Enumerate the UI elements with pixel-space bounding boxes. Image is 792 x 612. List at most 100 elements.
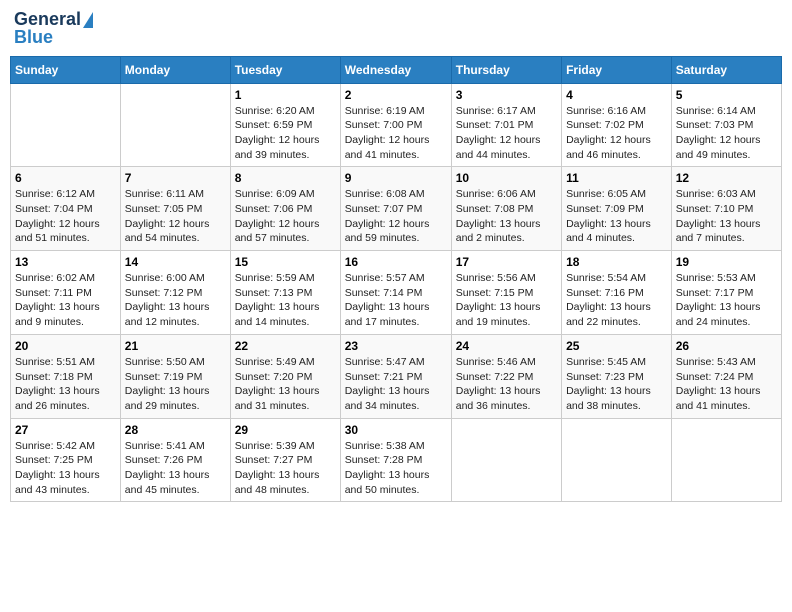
calendar-cell bbox=[120, 83, 230, 167]
day-number: 28 bbox=[125, 423, 226, 437]
calendar-week-row: 20 Sunrise: 5:51 AMSunset: 7:18 PMDayligh… bbox=[11, 334, 782, 418]
calendar-cell: 8 Sunrise: 6:09 AMSunset: 7:06 PMDaylight… bbox=[230, 167, 340, 251]
day-number: 25 bbox=[566, 339, 667, 353]
day-number: 18 bbox=[566, 255, 667, 269]
day-info: Sunrise: 6:02 AMSunset: 7:11 PMDaylight:… bbox=[15, 271, 116, 330]
day-info: Sunrise: 5:41 AMSunset: 7:26 PMDaylight:… bbox=[125, 439, 226, 498]
day-info: Sunrise: 6:08 AMSunset: 7:07 PMDaylight:… bbox=[345, 187, 447, 246]
calendar-cell: 28 Sunrise: 5:41 AMSunset: 7:26 PMDayligh… bbox=[120, 418, 230, 502]
calendar-cell: 29 Sunrise: 5:39 AMSunset: 7:27 PMDayligh… bbox=[230, 418, 340, 502]
calendar-cell: 15 Sunrise: 5:59 AMSunset: 7:13 PMDayligh… bbox=[230, 251, 340, 335]
logo: General Blue bbox=[14, 10, 93, 48]
day-number: 4 bbox=[566, 88, 667, 102]
day-number: 6 bbox=[15, 171, 116, 185]
day-info: Sunrise: 6:05 AMSunset: 7:09 PMDaylight:… bbox=[566, 187, 667, 246]
day-number: 11 bbox=[566, 171, 667, 185]
day-number: 30 bbox=[345, 423, 447, 437]
calendar-cell: 25 Sunrise: 5:45 AMSunset: 7:23 PMDayligh… bbox=[562, 334, 672, 418]
calendar-cell: 22 Sunrise: 5:49 AMSunset: 7:20 PMDayligh… bbox=[230, 334, 340, 418]
calendar-cell: 10 Sunrise: 6:06 AMSunset: 7:08 PMDayligh… bbox=[451, 167, 561, 251]
day-info: Sunrise: 5:46 AMSunset: 7:22 PMDaylight:… bbox=[456, 355, 557, 414]
calendar-cell: 30 Sunrise: 5:38 AMSunset: 7:28 PMDayligh… bbox=[340, 418, 451, 502]
calendar-cell: 19 Sunrise: 5:53 AMSunset: 7:17 PMDayligh… bbox=[671, 251, 781, 335]
header: General Blue bbox=[10, 10, 782, 48]
calendar-cell: 9Sunrise: 6:08 AMSunset: 7:07 PMDaylight… bbox=[340, 167, 451, 251]
calendar-cell: 2 Sunrise: 6:19 AMSunset: 7:00 PMDaylight… bbox=[340, 83, 451, 167]
day-info: Sunrise: 5:56 AMSunset: 7:15 PMDaylight:… bbox=[456, 271, 557, 330]
day-info: Sunrise: 6:16 AMSunset: 7:02 PMDaylight:… bbox=[566, 104, 667, 163]
day-number: 19 bbox=[676, 255, 777, 269]
calendar-cell: 23Sunrise: 5:47 AMSunset: 7:21 PMDayligh… bbox=[340, 334, 451, 418]
day-number: 16 bbox=[345, 255, 447, 269]
day-info: Sunrise: 6:14 AMSunset: 7:03 PMDaylight:… bbox=[676, 104, 777, 163]
calendar-cell bbox=[562, 418, 672, 502]
day-number: 1 bbox=[235, 88, 336, 102]
calendar-cell: 5 Sunrise: 6:14 AMSunset: 7:03 PMDaylight… bbox=[671, 83, 781, 167]
day-number: 27 bbox=[15, 423, 116, 437]
calendar-week-row: 27 Sunrise: 5:42 AMSunset: 7:25 PMDayligh… bbox=[11, 418, 782, 502]
day-number: 21 bbox=[125, 339, 226, 353]
day-number: 15 bbox=[235, 255, 336, 269]
day-info: Sunrise: 6:00 AMSunset: 7:12 PMDaylight:… bbox=[125, 271, 226, 330]
day-info: Sunrise: 6:19 AMSunset: 7:00 PMDaylight:… bbox=[345, 104, 447, 163]
day-info: Sunrise: 6:11 AMSunset: 7:05 PMDaylight:… bbox=[125, 187, 226, 246]
weekday-header: Thursday bbox=[451, 56, 561, 83]
weekday-header: Tuesday bbox=[230, 56, 340, 83]
day-info: Sunrise: 6:20 AMSunset: 6:59 PMDaylight:… bbox=[235, 104, 336, 163]
day-info: Sunrise: 5:39 AMSunset: 7:27 PMDaylight:… bbox=[235, 439, 336, 498]
calendar-cell: 1 Sunrise: 6:20 AMSunset: 6:59 PMDaylight… bbox=[230, 83, 340, 167]
day-number: 5 bbox=[676, 88, 777, 102]
calendar-cell bbox=[451, 418, 561, 502]
calendar-cell: 16 Sunrise: 5:57 AMSunset: 7:14 PMDayligh… bbox=[340, 251, 451, 335]
calendar-cell: 3 Sunrise: 6:17 AMSunset: 7:01 PMDaylight… bbox=[451, 83, 561, 167]
calendar-cell: 17 Sunrise: 5:56 AMSunset: 7:15 PMDayligh… bbox=[451, 251, 561, 335]
weekday-header: Saturday bbox=[671, 56, 781, 83]
day-number: 17 bbox=[456, 255, 557, 269]
calendar-week-row: 1 Sunrise: 6:20 AMSunset: 6:59 PMDaylight… bbox=[11, 83, 782, 167]
calendar-body: 1 Sunrise: 6:20 AMSunset: 6:59 PMDaylight… bbox=[11, 83, 782, 502]
calendar-cell: 6Sunrise: 6:12 AMSunset: 7:04 PMDaylight… bbox=[11, 167, 121, 251]
day-info: Sunrise: 5:49 AMSunset: 7:20 PMDaylight:… bbox=[235, 355, 336, 414]
day-number: 20 bbox=[15, 339, 116, 353]
calendar-week-row: 13 Sunrise: 6:02 AMSunset: 7:11 PMDayligh… bbox=[11, 251, 782, 335]
day-number: 29 bbox=[235, 423, 336, 437]
day-info: Sunrise: 6:03 AMSunset: 7:10 PMDaylight:… bbox=[676, 187, 777, 246]
day-info: Sunrise: 5:51 AMSunset: 7:18 PMDaylight:… bbox=[15, 355, 116, 414]
day-info: Sunrise: 5:53 AMSunset: 7:17 PMDaylight:… bbox=[676, 271, 777, 330]
calendar-cell: 27 Sunrise: 5:42 AMSunset: 7:25 PMDayligh… bbox=[11, 418, 121, 502]
day-number: 23 bbox=[345, 339, 447, 353]
day-info: Sunrise: 5:57 AMSunset: 7:14 PMDaylight:… bbox=[345, 271, 447, 330]
calendar-cell: 12Sunrise: 6:03 AMSunset: 7:10 PMDayligh… bbox=[671, 167, 781, 251]
day-info: Sunrise: 5:42 AMSunset: 7:25 PMDaylight:… bbox=[15, 439, 116, 498]
day-number: 26 bbox=[676, 339, 777, 353]
calendar-cell: 7 Sunrise: 6:11 AMSunset: 7:05 PMDaylight… bbox=[120, 167, 230, 251]
day-info: Sunrise: 5:54 AMSunset: 7:16 PMDaylight:… bbox=[566, 271, 667, 330]
day-number: 7 bbox=[125, 171, 226, 185]
day-info: Sunrise: 5:45 AMSunset: 7:23 PMDaylight:… bbox=[566, 355, 667, 414]
day-info: Sunrise: 6:06 AMSunset: 7:08 PMDaylight:… bbox=[456, 187, 557, 246]
day-info: Sunrise: 5:59 AMSunset: 7:13 PMDaylight:… bbox=[235, 271, 336, 330]
calendar-cell: 24 Sunrise: 5:46 AMSunset: 7:22 PMDayligh… bbox=[451, 334, 561, 418]
day-info: Sunrise: 6:09 AMSunset: 7:06 PMDaylight:… bbox=[235, 187, 336, 246]
calendar-cell bbox=[11, 83, 121, 167]
day-number: 14 bbox=[125, 255, 226, 269]
calendar-cell bbox=[671, 418, 781, 502]
day-info: Sunrise: 5:38 AMSunset: 7:28 PMDaylight:… bbox=[345, 439, 447, 498]
day-number: 10 bbox=[456, 171, 557, 185]
calendar-cell: 26Sunrise: 5:43 AMSunset: 7:24 PMDayligh… bbox=[671, 334, 781, 418]
logo-text2: Blue bbox=[14, 28, 53, 48]
day-number: 2 bbox=[345, 88, 447, 102]
day-number: 8 bbox=[235, 171, 336, 185]
day-number: 24 bbox=[456, 339, 557, 353]
day-number: 3 bbox=[456, 88, 557, 102]
day-info: Sunrise: 5:50 AMSunset: 7:19 PMDaylight:… bbox=[125, 355, 226, 414]
day-number: 13 bbox=[15, 255, 116, 269]
day-info: Sunrise: 6:17 AMSunset: 7:01 PMDaylight:… bbox=[456, 104, 557, 163]
calendar-cell: 14 Sunrise: 6:00 AMSunset: 7:12 PMDayligh… bbox=[120, 251, 230, 335]
calendar-week-row: 6Sunrise: 6:12 AMSunset: 7:04 PMDaylight… bbox=[11, 167, 782, 251]
calendar-cell: 20 Sunrise: 5:51 AMSunset: 7:18 PMDayligh… bbox=[11, 334, 121, 418]
calendar-cell: 4 Sunrise: 6:16 AMSunset: 7:02 PMDaylight… bbox=[562, 83, 672, 167]
day-number: 22 bbox=[235, 339, 336, 353]
weekday-header: Sunday bbox=[11, 56, 121, 83]
calendar-cell: 11 Sunrise: 6:05 AMSunset: 7:09 PMDayligh… bbox=[562, 167, 672, 251]
